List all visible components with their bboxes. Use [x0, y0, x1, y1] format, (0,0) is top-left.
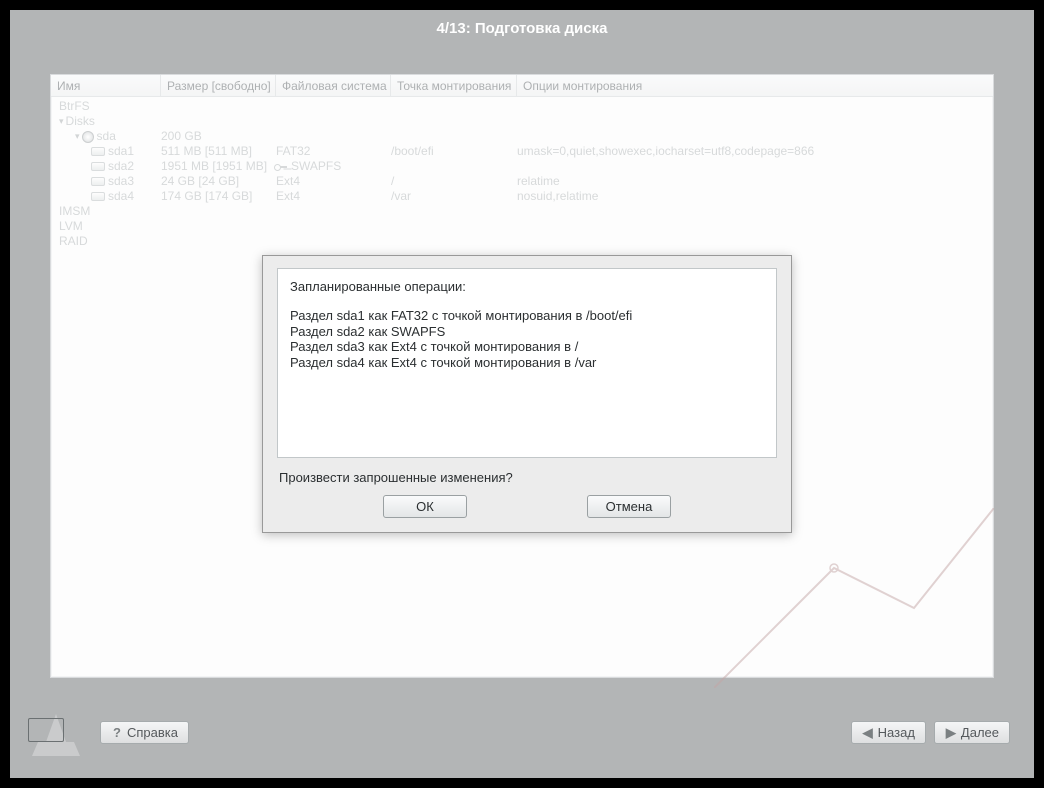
back-label: Назад: [878, 725, 915, 740]
dialog-heading: Запланированные операции:: [290, 279, 764, 294]
ok-button[interactable]: ОК: [383, 495, 467, 518]
chevron-right-icon: ▶: [945, 727, 957, 739]
chevron-left-icon: ◀: [862, 727, 874, 739]
cancel-button[interactable]: Отмена: [587, 495, 671, 518]
confirm-dialog: Запланированные операции: Раздел sda1 ка…: [262, 255, 792, 533]
operation-line: Раздел sda2 как SWAPFS: [290, 324, 764, 340]
operation-line: Раздел sda3 как Ext4 с точкой монтирован…: [290, 339, 764, 355]
dialog-body: Запланированные операции: Раздел sda1 ка…: [277, 268, 777, 458]
help-label: Справка: [127, 725, 178, 740]
footer: ? Справка ◀ Назад ▶ Далее: [10, 708, 1034, 764]
help-icon: ?: [111, 727, 123, 739]
dialog-question: Произвести запрошенные изменения?: [277, 458, 777, 495]
logo-box: [28, 718, 64, 742]
next-button[interactable]: ▶ Далее: [934, 721, 1010, 744]
help-button[interactable]: ? Справка: [100, 721, 189, 744]
next-label: Далее: [961, 725, 999, 740]
back-button[interactable]: ◀ Назад: [851, 721, 926, 744]
operation-line: Раздел sda1 как FAT32 с точкой монтирова…: [290, 308, 764, 324]
operation-line: Раздел sda4 как Ext4 с точкой монтирован…: [290, 355, 764, 371]
